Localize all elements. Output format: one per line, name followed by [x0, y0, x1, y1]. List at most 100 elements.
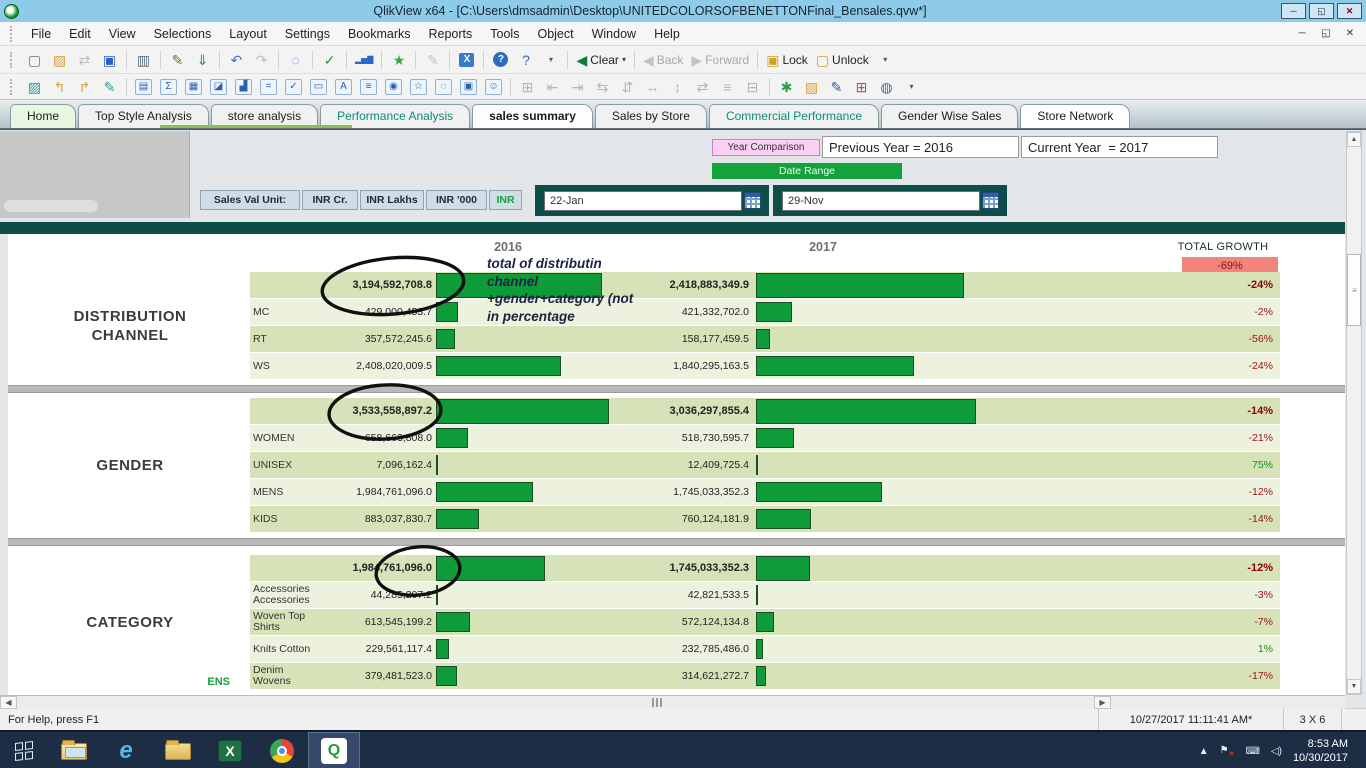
mdi-restore-icon[interactable]: ◱: [1318, 28, 1334, 39]
bar-2016[interactable]: [436, 329, 455, 349]
menu-layout[interactable]: Layout: [220, 24, 276, 44]
bar-2017[interactable]: [756, 428, 794, 448]
tray-expand-icon[interactable]: ▲: [1199, 746, 1209, 757]
favorites-star-icon[interactable]: ★: [387, 48, 410, 71]
webview-icon[interactable]: ◍: [875, 75, 898, 98]
bookmark-object-icon[interactable]: ☆: [407, 75, 430, 98]
file-explorer-icon[interactable]: [48, 732, 100, 768]
bar-2017[interactable]: [756, 482, 882, 502]
previous-year-field[interactable]: Previous Year = 2016: [822, 136, 1019, 158]
gauge-object-icon[interactable]: ◉: [382, 75, 405, 98]
bar-2017[interactable]: [756, 639, 763, 659]
chart-row[interactable]: Woven Top Shirts613,545,199.2572,124,134…: [250, 609, 1280, 636]
date-from-field[interactable]: 22-Jan: [544, 191, 742, 211]
menu-help[interactable]: Help: [645, 24, 689, 44]
excel-icon[interactable]: X: [204, 732, 256, 768]
tab-commercial-performance[interactable]: Commercial Performance: [709, 104, 879, 128]
chart-row[interactable]: WOMEN658,663,808.0518,730,595.7-21%: [250, 425, 1280, 452]
text-object-icon[interactable]: A: [332, 75, 355, 98]
chart-object-icon[interactable]: ▟: [232, 75, 255, 98]
tab-sales-summary[interactable]: sales summary: [472, 104, 593, 128]
calendar-icon[interactable]: [744, 192, 761, 209]
chart-row[interactable]: UNISEX7,096,162.412,409,725.475%: [250, 452, 1280, 479]
chart-row[interactable]: MENS1,984,761,096.01,745,033,352.3-12%: [250, 479, 1280, 506]
bar-2016[interactable]: [436, 639, 449, 659]
horizontal-scrollbar-grip[interactable]: [648, 698, 666, 707]
menu-settings[interactable]: Settings: [276, 24, 339, 44]
start-button[interactable]: [0, 732, 48, 768]
theme-maker-icon[interactable]: ▧: [800, 75, 823, 98]
vertical-scrollbar-thumb[interactable]: ≡: [1347, 254, 1361, 326]
menu-view[interactable]: View: [100, 24, 145, 44]
restore-button[interactable]: ◱: [1309, 3, 1334, 19]
listbox-scrollbar-thumb[interactable]: [4, 200, 98, 212]
bar-2016[interactable]: [436, 399, 609, 424]
minimize-button[interactable]: ─: [1281, 3, 1306, 19]
bar-2016[interactable]: [436, 509, 479, 529]
chart-total-row[interactable]: 3,194,592,708.82,418,883,349.9-24%: [250, 272, 1280, 299]
menu-bookmarks[interactable]: Bookmarks: [339, 24, 420, 44]
menu-reports[interactable]: Reports: [420, 24, 482, 44]
bar-2017[interactable]: [756, 399, 976, 424]
chart-row[interactable]: MC429,000,453.7421,332,702.0-2%: [250, 299, 1280, 326]
scroll-left-icon[interactable]: ◀: [0, 696, 17, 709]
menu-object[interactable]: Object: [528, 24, 582, 44]
action-center-flag-icon[interactable]: ⚑✕: [1220, 745, 1235, 758]
quick-chart-icon[interactable]: ▂▅▇: [352, 48, 376, 71]
custom-object-icon[interactable]: ☺: [482, 75, 505, 98]
close-button[interactable]: ✕: [1337, 3, 1362, 19]
bar-2016[interactable]: [436, 612, 470, 632]
bar-2016[interactable]: [436, 585, 438, 605]
print-icon[interactable]: ▥: [132, 48, 155, 71]
unit-button-inr-lakhs[interactable]: INR Lakhs: [360, 190, 424, 210]
scroll-right-icon[interactable]: ▶: [1094, 696, 1111, 709]
save-icon[interactable]: ▣: [98, 48, 121, 71]
bar-2016[interactable]: [436, 666, 457, 686]
folder-icon[interactable]: [152, 732, 204, 768]
horizontal-scrollbar[interactable]: ◀ ▶: [0, 695, 1345, 709]
listbox-object-icon[interactable]: ▤: [132, 75, 155, 98]
menu-tools[interactable]: Tools: [481, 24, 528, 44]
internet-explorer-icon[interactable]: e: [100, 732, 152, 768]
toolbar-overflow-icon-3[interactable]: ▾: [900, 75, 923, 98]
slider-object-icon[interactable]: ≡: [357, 75, 380, 98]
chart-row[interactable]: RT357,572,245.6158,177,459.5-56%: [250, 326, 1280, 353]
tab-gender-wise-sales[interactable]: Gender Wise Sales: [881, 104, 1018, 128]
chart-total-row[interactable]: 3,533,558,897.23,036,297,855.4-14%: [250, 398, 1280, 425]
bar-2017[interactable]: [756, 666, 766, 686]
volume-icon[interactable]: ◁): [1271, 746, 1282, 757]
toolbar-overflow-icon-2[interactable]: ▾: [874, 48, 897, 71]
menu-edit[interactable]: Edit: [60, 24, 100, 44]
promote-sheet-icon[interactable]: ↰: [48, 75, 71, 98]
menu-window[interactable]: Window: [583, 24, 645, 44]
container-object-icon[interactable]: ▣: [457, 75, 480, 98]
bar-2017[interactable]: [756, 273, 964, 298]
chart-row[interactable]: WS2,408,020,009.51,840,295,163.5-24%: [250, 353, 1280, 380]
excel-export-icon[interactable]: X: [455, 48, 478, 71]
taskbar-clock[interactable]: 8:53 AM 10/30/2017: [1293, 737, 1356, 765]
sheet-properties-icon[interactable]: ✎: [98, 75, 121, 98]
current-year-field[interactable]: Current Year = 2017: [1021, 136, 1218, 158]
new-document-icon[interactable]: ▢: [23, 48, 46, 71]
mdi-close-icon[interactable]: ✕: [1342, 28, 1358, 39]
multibox-object-icon[interactable]: ✓: [282, 75, 305, 98]
tab-sales-by-store[interactable]: Sales by Store: [595, 104, 707, 128]
clear-selections-button[interactable]: ◀Clear▾: [573, 48, 628, 71]
zoom-icon[interactable]: ◌: [284, 48, 307, 71]
lock-button[interactable]: ▣Lock: [763, 48, 811, 71]
qlikview-taskbar-icon[interactable]: Q: [308, 732, 360, 768]
scroll-down-icon[interactable]: ▼: [1347, 679, 1361, 694]
chart-row[interactable]: Denim Wovens379,481,523.0314,621,272.7-1…: [250, 663, 1280, 690]
bar-2017[interactable]: [756, 556, 810, 581]
unit-button-inr-000[interactable]: INR '000: [426, 190, 487, 210]
table-box-icon[interactable]: ▦: [182, 75, 205, 98]
network-icon[interactable]: ⌨: [1245, 746, 1259, 757]
open-file-icon[interactable]: ▨: [48, 48, 71, 71]
bar-2017[interactable]: [756, 612, 774, 632]
wizard-icon[interactable]: ✱: [775, 75, 798, 98]
new-sheet-icon[interactable]: ▨: [23, 75, 46, 98]
bar-2017[interactable]: [756, 585, 758, 605]
chart-row[interactable]: KIDS883,037,830.7760,124,181.9-14%: [250, 506, 1280, 533]
undo-icon[interactable]: ↶: [225, 48, 248, 71]
bar-2016[interactable]: [436, 556, 545, 581]
